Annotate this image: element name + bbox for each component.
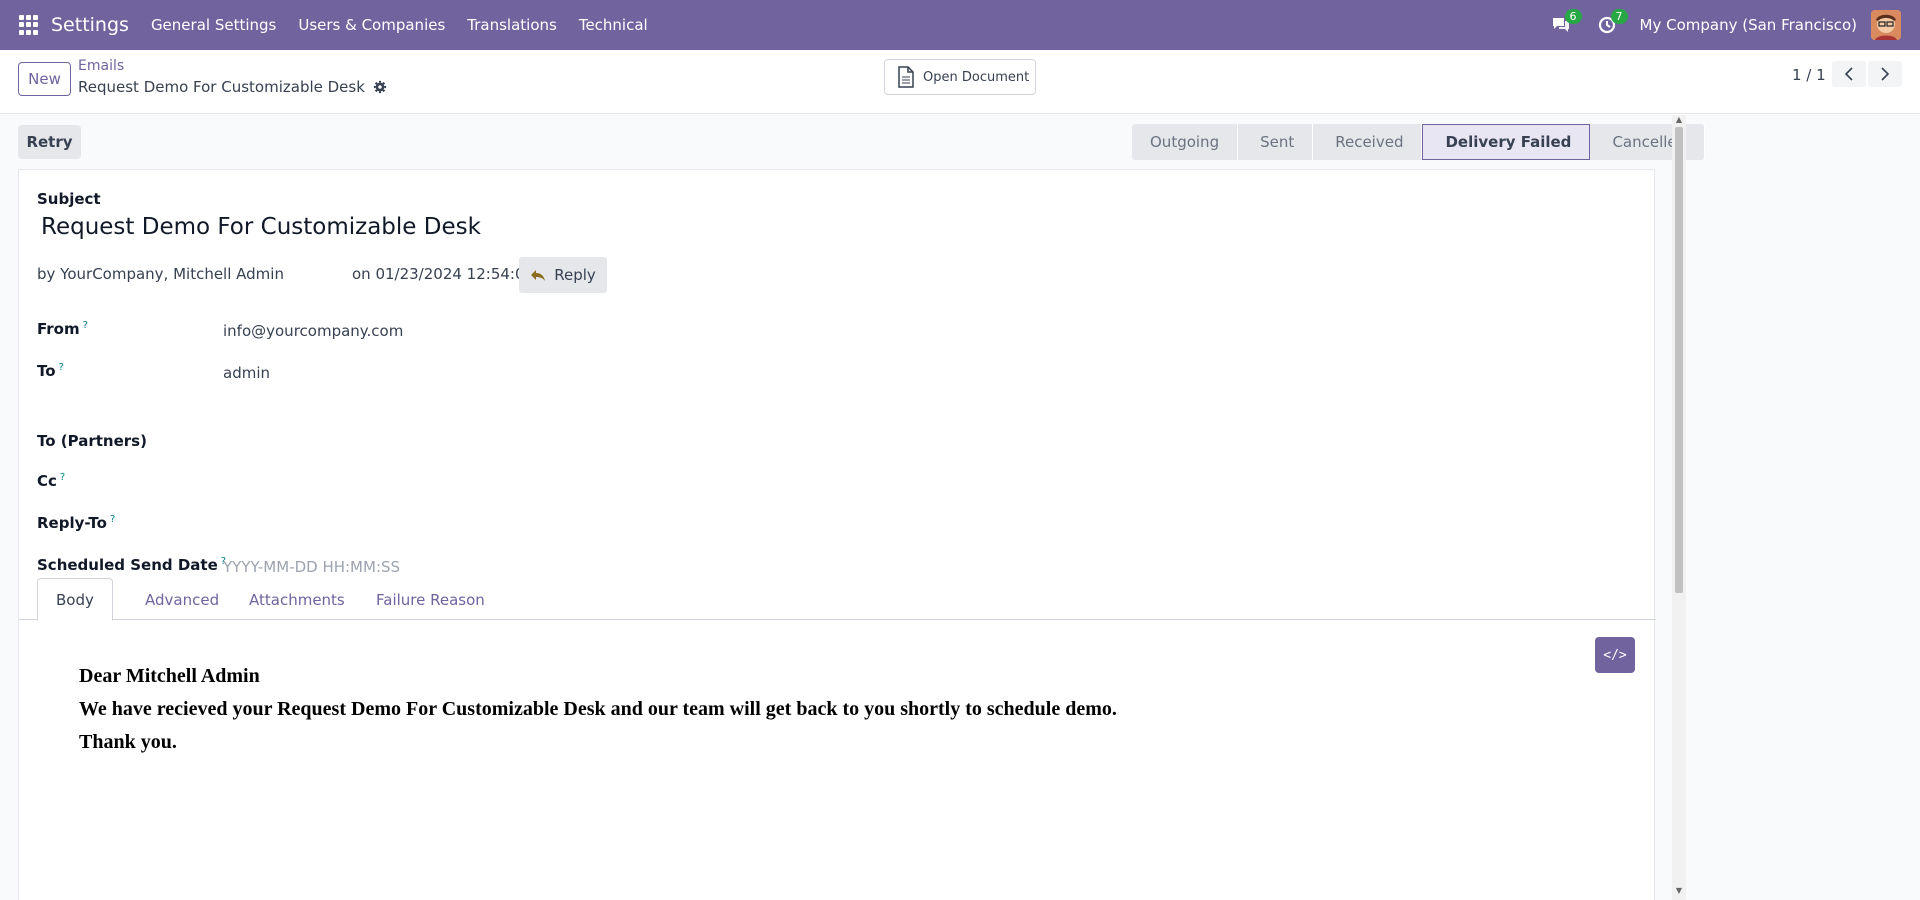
reply-to-label: Reply-To? <box>37 514 116 532</box>
breadcrumb-emails[interactable]: Emails <box>78 58 124 74</box>
pager-value[interactable]: 1 / 1 <box>1792 66 1826 84</box>
from-field[interactable]: info@yourcompany.com <box>223 322 403 340</box>
reply-to-field[interactable] <box>223 514 523 534</box>
record-title-text: Request Demo For Customizable Desk <box>78 78 365 96</box>
scroll-down-arrow-icon[interactable]: ▼ <box>1675 887 1683 895</box>
messages-button[interactable]: 6 <box>1548 9 1582 38</box>
scheduled-send-date-input[interactable]: YYYY-MM-DD HH:MM:SS <box>223 558 400 576</box>
cc-field[interactable] <box>223 472 523 492</box>
code-view-button[interactable]: </> <box>1595 637 1635 673</box>
reply-to-help-icon[interactable]: ? <box>110 514 115 525</box>
control-panel: New Emails Request Demo For Customizable… <box>0 50 1920 114</box>
status-sent[interactable]: Sent <box>1238 124 1314 160</box>
scroll-thumb[interactable] <box>1675 127 1683 593</box>
from-label: From? <box>37 320 88 338</box>
activities-count-badge: 7 <box>1610 9 1628 24</box>
new-button[interactable]: New <box>18 62 71 96</box>
cc-label: Cc? <box>37 472 66 490</box>
top-navbar: Settings General Settings Users & Compan… <box>0 0 1920 50</box>
company-switcher[interactable]: My Company (San Francisco) <box>1640 16 1857 34</box>
document-icon <box>898 66 914 88</box>
to-field[interactable]: admin <box>223 364 270 382</box>
form-content: Retry Outgoing Sent Received Delivery Fa… <box>0 115 1920 900</box>
menu-users-companies[interactable]: Users & Companies <box>298 16 445 34</box>
body-line-greeting: Dear Mitchell Admin <box>79 665 260 687</box>
to-partners-label: To (Partners) <box>37 432 147 450</box>
messages-count-badge: 6 <box>1564 9 1582 24</box>
reply-button[interactable]: Reply <box>519 257 607 293</box>
author-line: by YourCompany, Mitchell Admin <box>37 265 284 283</box>
from-help-icon[interactable]: ? <box>83 320 88 331</box>
tab-failure-reason[interactable]: Failure Reason <box>358 578 503 621</box>
statusbar: Outgoing Sent Received Delivery Failed C… <box>1132 124 1706 160</box>
user-avatar[interactable] <box>1871 10 1901 40</box>
to-label: To? <box>37 362 64 380</box>
app-brand[interactable]: Settings <box>51 14 129 36</box>
reply-label: Reply <box>554 266 596 284</box>
reply-arrow-icon <box>531 269 546 281</box>
activities-button[interactable]: 7 <box>1594 9 1628 38</box>
subject-label: Subject <box>37 190 101 208</box>
open-document-label: Open Document <box>923 69 1030 85</box>
tab-attachments[interactable]: Attachments <box>231 578 363 621</box>
menu-translations[interactable]: Translations <box>467 16 557 34</box>
tab-advanced[interactable]: Advanced <box>127 578 237 621</box>
subject-field[interactable]: Request Demo For Customizable Desk <box>41 214 481 240</box>
email-body[interactable]: Dear Mitchell Admin We have recieved you… <box>79 660 1117 759</box>
status-cancelled[interactable]: Cancelled <box>1590 124 1706 160</box>
status-delivery-failed[interactable]: Delivery Failed <box>1422 124 1591 160</box>
to-help-icon[interactable]: ? <box>59 362 64 373</box>
menu-general-settings[interactable]: General Settings <box>151 16 276 34</box>
avatar-image <box>1871 10 1901 40</box>
retry-button[interactable]: Retry <box>18 125 81 159</box>
menu-technical[interactable]: Technical <box>579 16 648 34</box>
systray: 6 7 My Company (San Francisco) <box>1548 9 1920 40</box>
chevron-left-icon <box>1844 67 1853 81</box>
chevron-right-icon <box>1881 67 1890 81</box>
status-received[interactable]: Received <box>1313 124 1423 160</box>
vertical-scrollbar[interactable]: ▲ ▼ <box>1672 115 1686 900</box>
scroll-up-arrow-icon[interactable]: ▲ <box>1675 116 1683 124</box>
gear-icon[interactable] <box>373 80 387 94</box>
status-outgoing[interactable]: Outgoing <box>1132 124 1239 160</box>
scheduled-send-date-label: Scheduled Send Date? <box>37 556 227 574</box>
cc-help-icon[interactable]: ? <box>60 472 65 483</box>
pager-next-button[interactable] <box>1868 61 1902 87</box>
date-line: on 01/23/2024 12:54:05 <box>352 265 535 283</box>
tab-body[interactable]: Body <box>37 578 113 621</box>
form-sheet: Subject Request Demo For Customizable De… <box>18 169 1656 900</box>
record-title: Request Demo For Customizable Desk <box>78 78 387 96</box>
to-partners-field[interactable] <box>223 432 523 452</box>
apps-grid-icon[interactable] <box>19 15 39 35</box>
body-line-message: We have recieved your Request Demo For C… <box>79 698 1117 720</box>
notebook-tabs: Body Advanced Attachments Failure Reason <box>19 578 1656 621</box>
body-line-closing: Thank you. <box>79 731 177 753</box>
open-document-button[interactable]: Open Document <box>884 59 1036 95</box>
pager-previous-button[interactable] <box>1832 61 1866 87</box>
